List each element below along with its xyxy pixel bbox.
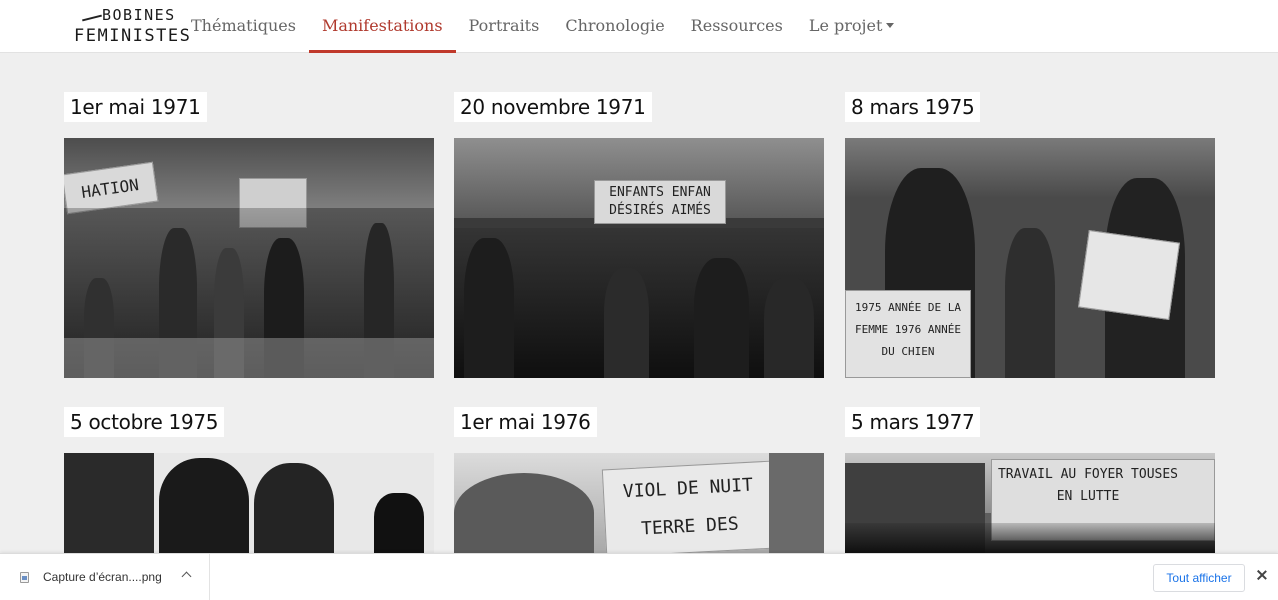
nav-item-manifestations[interactable]: Manifestations xyxy=(308,0,456,53)
chevron-up-icon[interactable] xyxy=(181,571,192,582)
event-photo[interactable]: TRAVAIL AU FOYER TOUSES EN LUTTE xyxy=(845,453,1215,553)
event-card[interactable]: 8 mars 1975 1975 ANNÉE DE LA FEMME 1976 … xyxy=(845,92,1215,378)
event-date-title[interactable]: 1er mai 1971 xyxy=(64,92,207,122)
site-logo[interactable]: BOBINES FEMINISTES xyxy=(72,5,190,49)
close-icon[interactable] xyxy=(1255,569,1269,583)
main-nav: Thématiques Manifestations Portraits Chr… xyxy=(178,0,907,53)
dropdown-caret-icon xyxy=(886,22,895,28)
logo-dash xyxy=(82,14,102,22)
event-date-title[interactable]: 5 octobre 1975 xyxy=(64,407,225,437)
download-file-name: Capture d’écran....png xyxy=(43,570,162,584)
download-item[interactable]: Capture d’écran....png xyxy=(0,554,210,600)
nav-item-portraits[interactable]: Portraits xyxy=(456,0,553,53)
event-photo[interactable]: HATION xyxy=(64,138,434,378)
photo-banner: VIOL DE NUIT TERRE DES HOMMES xyxy=(601,460,777,553)
event-card[interactable]: 5 mars 1977 TRAVAIL AU FOYER TOUSES EN L… xyxy=(845,407,1215,553)
logo-line-1: BOBINES xyxy=(102,6,176,24)
event-photo[interactable]: 1975 ANNÉE DE LA FEMME 1976 ANNÉE DU CHI… xyxy=(845,138,1215,378)
photo-sign-2 xyxy=(1078,229,1180,321)
photo-sign: 1975 ANNÉE DE LA FEMME 1976 ANNÉE DU CHI… xyxy=(845,290,971,378)
logo-line-2: FEMINISTES xyxy=(74,26,192,46)
top-navbar: BOBINES FEMINISTES Thématiques Manifesta… xyxy=(0,0,1278,53)
nav-item-ressources[interactable]: Ressources xyxy=(678,0,796,53)
photo-banner: ENFANTS ENFAN DÉSIRÉS AIMÉS xyxy=(594,180,726,224)
event-date-title[interactable]: 20 novembre 1971 xyxy=(454,92,652,122)
nav-item-chronologie[interactable]: Chronologie xyxy=(552,0,677,53)
event-date-title[interactable]: 8 mars 1975 xyxy=(845,92,981,122)
nav-item-thematiques[interactable]: Thématiques xyxy=(178,0,309,53)
event-date-title[interactable]: 5 mars 1977 xyxy=(845,407,981,437)
nav-item-le-projet[interactable]: Le projet xyxy=(796,0,908,53)
event-card[interactable]: 1er mai 1976 VIOL DE NUIT TERRE DES HOMM… xyxy=(454,407,824,553)
show-all-button[interactable]: Tout afficher xyxy=(1153,564,1245,592)
event-photo[interactable] xyxy=(64,453,434,553)
event-card[interactable]: 1er mai 1971 HATION xyxy=(64,92,434,378)
event-photo[interactable]: VIOL DE NUIT TERRE DES HOMMES xyxy=(454,453,824,553)
event-date-title[interactable]: 1er mai 1976 xyxy=(454,407,597,437)
event-card[interactable]: 20 novembre 1971 ENFANTS ENFAN DÉSIRÉS A… xyxy=(454,92,824,378)
event-photo[interactable]: ENFANTS ENFAN DÉSIRÉS AIMÉS xyxy=(454,138,824,378)
nav-item-le-projet-label: Le projet xyxy=(808,16,883,35)
download-bar: Capture d’écran....png Tout afficher xyxy=(0,553,1278,600)
image-file-icon xyxy=(20,572,29,583)
event-card[interactable]: 5 octobre 1975 xyxy=(64,407,434,553)
